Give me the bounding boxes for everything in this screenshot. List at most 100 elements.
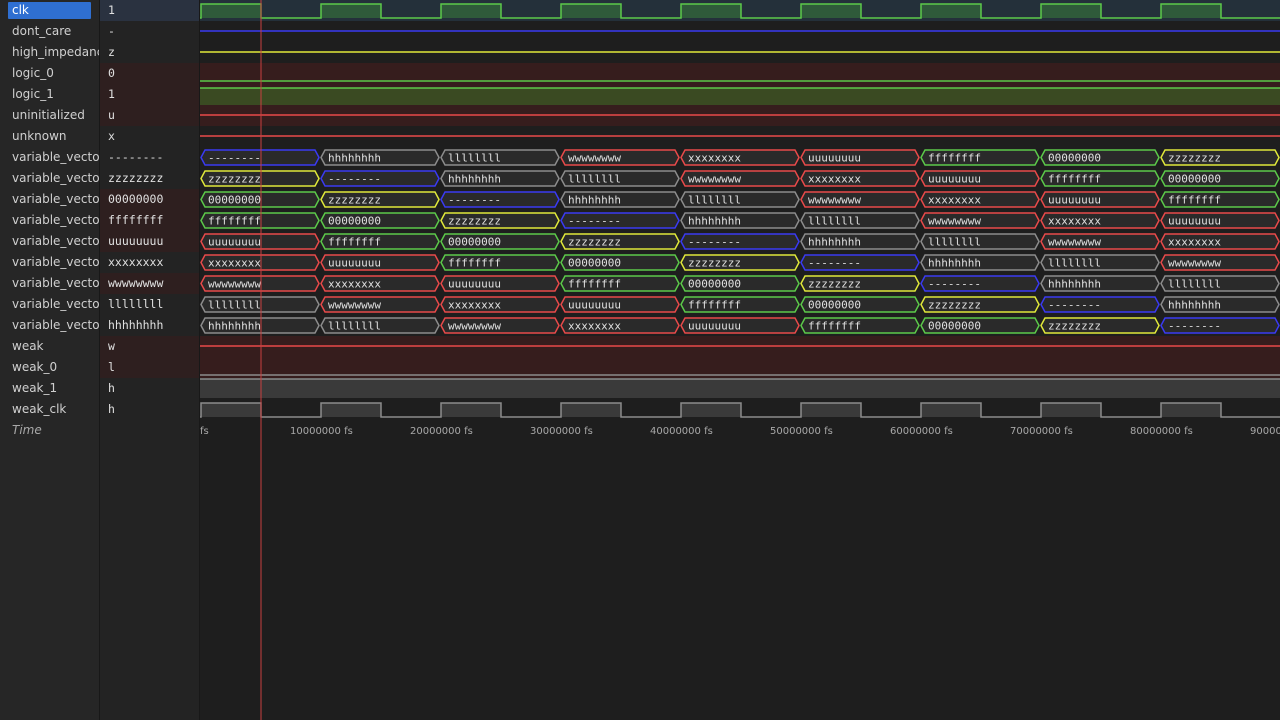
waveform-canvas[interactable]: -------- hhhhhhhh llllllll wwwwwwww xxxxxxxx… — [200, 0, 1280, 720]
vector-segment-label: zzzzzzzz — [688, 257, 741, 270]
signal-name-row[interactable]: weak_clk — [0, 399, 99, 420]
signal-value: llllllll — [108, 297, 164, 311]
vector-segment-label: hhhhhhhh — [448, 173, 501, 186]
weak-clk-waveform-high-fill — [801, 403, 861, 417]
vector-segment-label: wwwwwwww — [928, 215, 981, 228]
vector-segment-label: llllllll — [688, 194, 741, 207]
vector-segment-label: -------- — [928, 278, 981, 291]
signal-name-row[interactable]: variable_vector — [0, 315, 99, 336]
clk-waveform-high-fill — [921, 4, 981, 18]
vector-segment-label: -------- — [688, 236, 741, 249]
vector-segment-label: 00000000 — [1048, 152, 1101, 165]
signal-value: 1 — [100, 0, 199, 21]
vector-segment-label: xxxxxxxx — [448, 299, 501, 312]
signal-name-row[interactable]: dont_care — [0, 21, 99, 42]
vector-segment-label: hhhhhhhh — [1168, 299, 1221, 312]
signal-value: u — [100, 105, 199, 126]
timeline-tick-label: 60000000 fs — [890, 426, 953, 437]
signal-name-row[interactable]: variable_vector — [0, 147, 99, 168]
vector-segment-label: ffffffff — [928, 152, 981, 165]
signal-name-row[interactable]: uninitialized — [0, 105, 99, 126]
signal-name-row[interactable]: variable_vector — [0, 294, 99, 315]
vector-segment-label: wwwwwwww — [1168, 257, 1221, 270]
vector-segment-label: wwwwwwww — [208, 278, 261, 291]
vector-segment-label: xxxxxxxx — [688, 152, 741, 165]
signal-value: h — [108, 381, 115, 395]
signal-value: -------- — [108, 150, 164, 164]
signal-name-row[interactable]: variable_vector — [0, 189, 99, 210]
timeline-tick-label: 30000000 fs — [530, 426, 593, 437]
signal-name-row[interactable]: variable_vector — [0, 210, 99, 231]
signal-name-row[interactable]: weak — [0, 336, 99, 357]
signal-names-panel: clk dont_carehigh_impedancelogic_0logic_1… — [0, 0, 100, 720]
clk-waveform-high-fill — [681, 4, 741, 18]
vector-segment-label: 00000000 — [928, 320, 981, 333]
timeline-tick-label: 9000000 — [1250, 426, 1280, 437]
vector-segment-label: zzzzzzzz — [328, 194, 381, 207]
vector-segment-label: -------- — [208, 152, 261, 165]
vector-segment-label: uuuuuuuu — [208, 236, 261, 249]
signal-name-row[interactable]: high_impedance — [0, 42, 99, 63]
vector-segment-label: 00000000 — [688, 278, 741, 291]
vector-segment-label: wwwwwwww — [568, 152, 621, 165]
clk-waveform-high-fill — [1161, 4, 1221, 18]
vector-segment-label: uuuuuuuu — [448, 278, 501, 291]
vector-segment-label: ffffffff — [808, 320, 861, 333]
vector-segment-label: zzzzzzzz — [208, 173, 261, 186]
vector-segment-label: 00000000 — [208, 194, 261, 207]
signal-name-row[interactable]: variable_vector — [0, 252, 99, 273]
vector-segment-label: llllllll — [448, 152, 501, 165]
vector-segment-label: 00000000 — [1168, 173, 1221, 186]
vector-segment-label: uuuuuuuu — [1168, 215, 1221, 228]
waveform-area[interactable]: -------- hhhhhhhh llllllll wwwwwwww xxxxxxxx… — [200, 0, 1280, 720]
vector-segment-label: zzzzzzzz — [448, 215, 501, 228]
signal-name-row[interactable]: weak_1 — [0, 378, 99, 399]
signal-value: h — [108, 402, 115, 416]
vector-segment-label: xxxxxxxx — [928, 194, 981, 207]
signal-value: wwwwwwww — [100, 273, 199, 294]
vector-segment-label: hhhhhhhh — [328, 152, 381, 165]
timeline-tick-label: 20000000 fs — [410, 426, 473, 437]
signal-name-row[interactable]: variable_vector — [0, 273, 99, 294]
vector-segment-label: 00000000 — [568, 257, 621, 270]
signal-name-row[interactable]: unknown — [0, 126, 99, 147]
signal-value: w — [100, 336, 199, 357]
vector-segment-label: xxxxxxxx — [568, 320, 621, 333]
weak-clk-waveform-high-fill — [681, 403, 741, 417]
weak-clk-waveform-high-fill — [561, 403, 621, 417]
timeline-tick-label: 80000000 fs — [1130, 426, 1193, 437]
signal-name-row[interactable]: logic_0 — [0, 63, 99, 84]
vector-segment-label: -------- — [1048, 299, 1101, 312]
vector-segment-label: hhhhhhhh — [688, 215, 741, 228]
vector-segment-label: ffffffff — [1048, 173, 1101, 186]
timeline-tick-label: 70000000 fs — [1010, 426, 1073, 437]
vector-segment-label: hhhhhhhh — [808, 236, 861, 249]
vector-segment-label: wwwwwwww — [1048, 236, 1101, 249]
vector-segment-label: ffffffff — [448, 257, 501, 270]
time-row-label: Time — [12, 423, 42, 437]
timeline-tick-label: 50000000 fs — [770, 426, 833, 437]
vector-segment-label: ffffffff — [1168, 194, 1221, 207]
signal-name-row[interactable]: logic_1 — [0, 84, 99, 105]
clk-waveform-high-fill — [201, 4, 261, 18]
signal-name-row[interactable]: variable_vector — [0, 231, 99, 252]
signal-name-row[interactable]: weak_0 — [0, 357, 99, 378]
vector-segment-label: -------- — [1168, 320, 1221, 333]
clk-waveform-high-fill — [1041, 4, 1101, 18]
vector-segment-label: hhhhhhhh — [208, 320, 261, 333]
weak-clk-waveform-high-fill — [321, 403, 381, 417]
signal-name-label: clk — [8, 2, 91, 19]
timeline-tick-label: 40000000 fs — [650, 426, 713, 437]
weak-clk-waveform-high-fill — [921, 403, 981, 417]
signal-name-row[interactable]: variable_vector — [0, 168, 99, 189]
vector-segment-label: llllllll — [928, 236, 981, 249]
signal-value: hhhhhhhh — [108, 318, 164, 332]
signal-value: uuuuuuuu — [100, 231, 199, 252]
signal-name-row[interactable]: clk — [0, 0, 99, 21]
vector-segment-label: uuuuuuuu — [328, 257, 381, 270]
vector-segment-label: uuuuuuuu — [1048, 194, 1101, 207]
vector-segment-label: llllllll — [1168, 278, 1221, 291]
vector-segment-label: -------- — [808, 257, 861, 270]
vector-segment-label: zzzzzzzz — [1168, 152, 1221, 165]
vector-segment-label: zzzzzzzz — [1048, 320, 1101, 333]
